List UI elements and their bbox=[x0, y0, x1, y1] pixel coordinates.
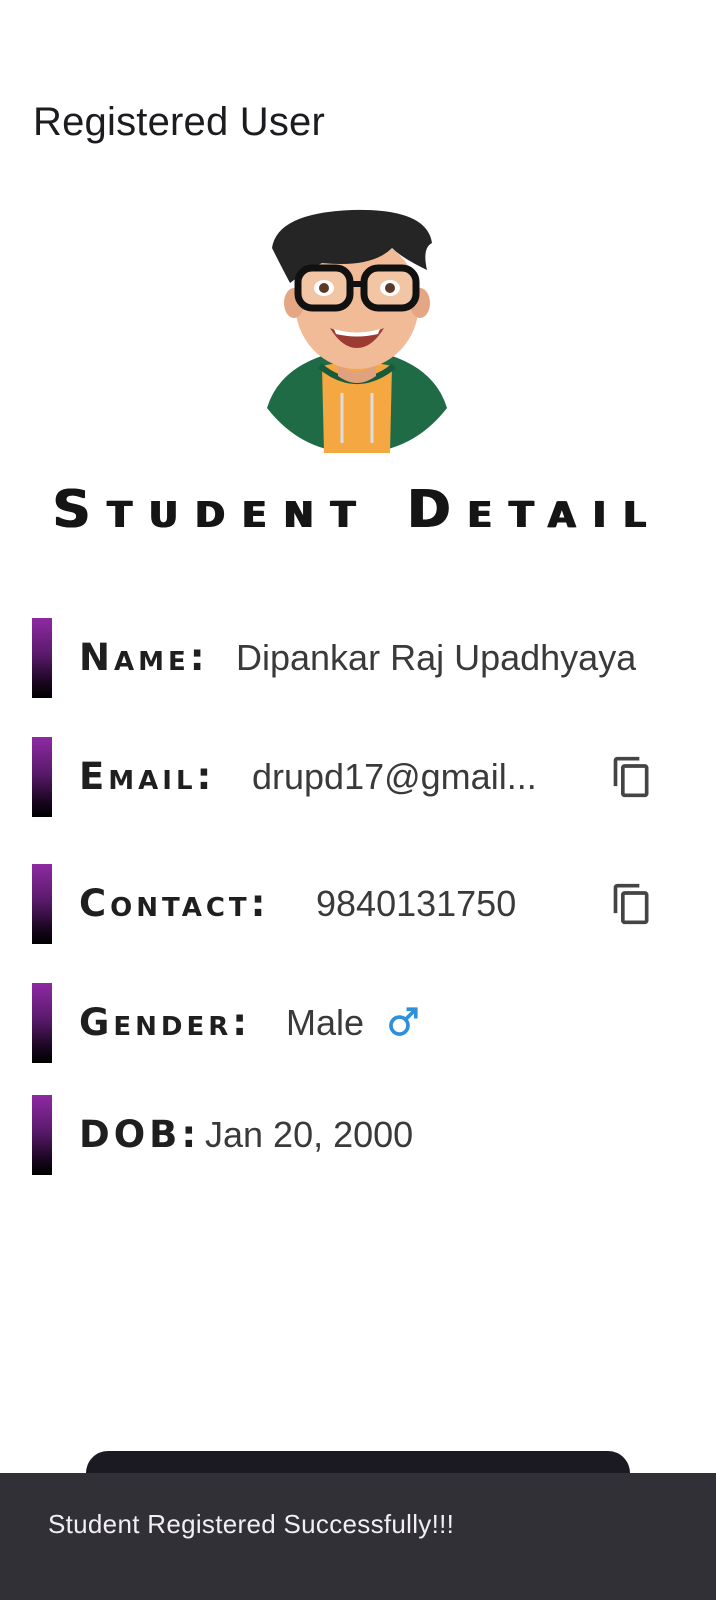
accent-bar bbox=[32, 618, 52, 698]
copy-email-button[interactable] bbox=[610, 755, 654, 799]
email-value: drupd17@gmail... bbox=[252, 756, 537, 797]
accent-bar bbox=[32, 737, 52, 817]
email-label: Email: bbox=[79, 755, 216, 798]
gender-value: Male bbox=[286, 1002, 365, 1043]
name-label: Name: bbox=[79, 636, 209, 679]
copy-icon bbox=[613, 883, 649, 925]
male-symbol-icon bbox=[386, 987, 420, 1036]
detail-row-email: Email: drupd17@gmail... bbox=[32, 737, 692, 817]
dob-label: DOB: bbox=[79, 1113, 201, 1156]
app-bar-title: Registered User bbox=[33, 100, 326, 144]
section-title: Student Detail bbox=[52, 480, 664, 540]
accent-bar bbox=[32, 864, 52, 944]
detail-row-contact: Contact: 9840131750 bbox=[32, 864, 692, 944]
detail-row-dob: DOB: Jan 20, 2000 bbox=[32, 1095, 692, 1175]
copy-icon bbox=[613, 756, 649, 798]
accent-bar bbox=[32, 983, 52, 1063]
student-avatar bbox=[262, 208, 452, 458]
detail-row-gender: Gender: Male bbox=[32, 983, 692, 1063]
detail-row-name: Name: Dipankar Raj Upadhyaya bbox=[32, 618, 692, 698]
dob-value: Jan 20, 2000 bbox=[205, 1114, 414, 1155]
contact-value: 9840131750 bbox=[316, 883, 517, 924]
gender-label: Gender: bbox=[79, 1001, 252, 1044]
copy-contact-button[interactable] bbox=[610, 882, 654, 926]
snackbar: Student Registered Successfully!!! bbox=[0, 1473, 716, 1600]
name-value: Dipankar Raj Upadhyaya bbox=[236, 637, 637, 678]
contact-label: Contact: bbox=[79, 882, 270, 925]
student-avatar-icon bbox=[267, 209, 447, 453]
accent-bar bbox=[32, 1095, 52, 1175]
snackbar-message: Student Registered Successfully!!! bbox=[48, 1509, 455, 1539]
gender-value-wrap: Male bbox=[286, 983, 420, 1063]
